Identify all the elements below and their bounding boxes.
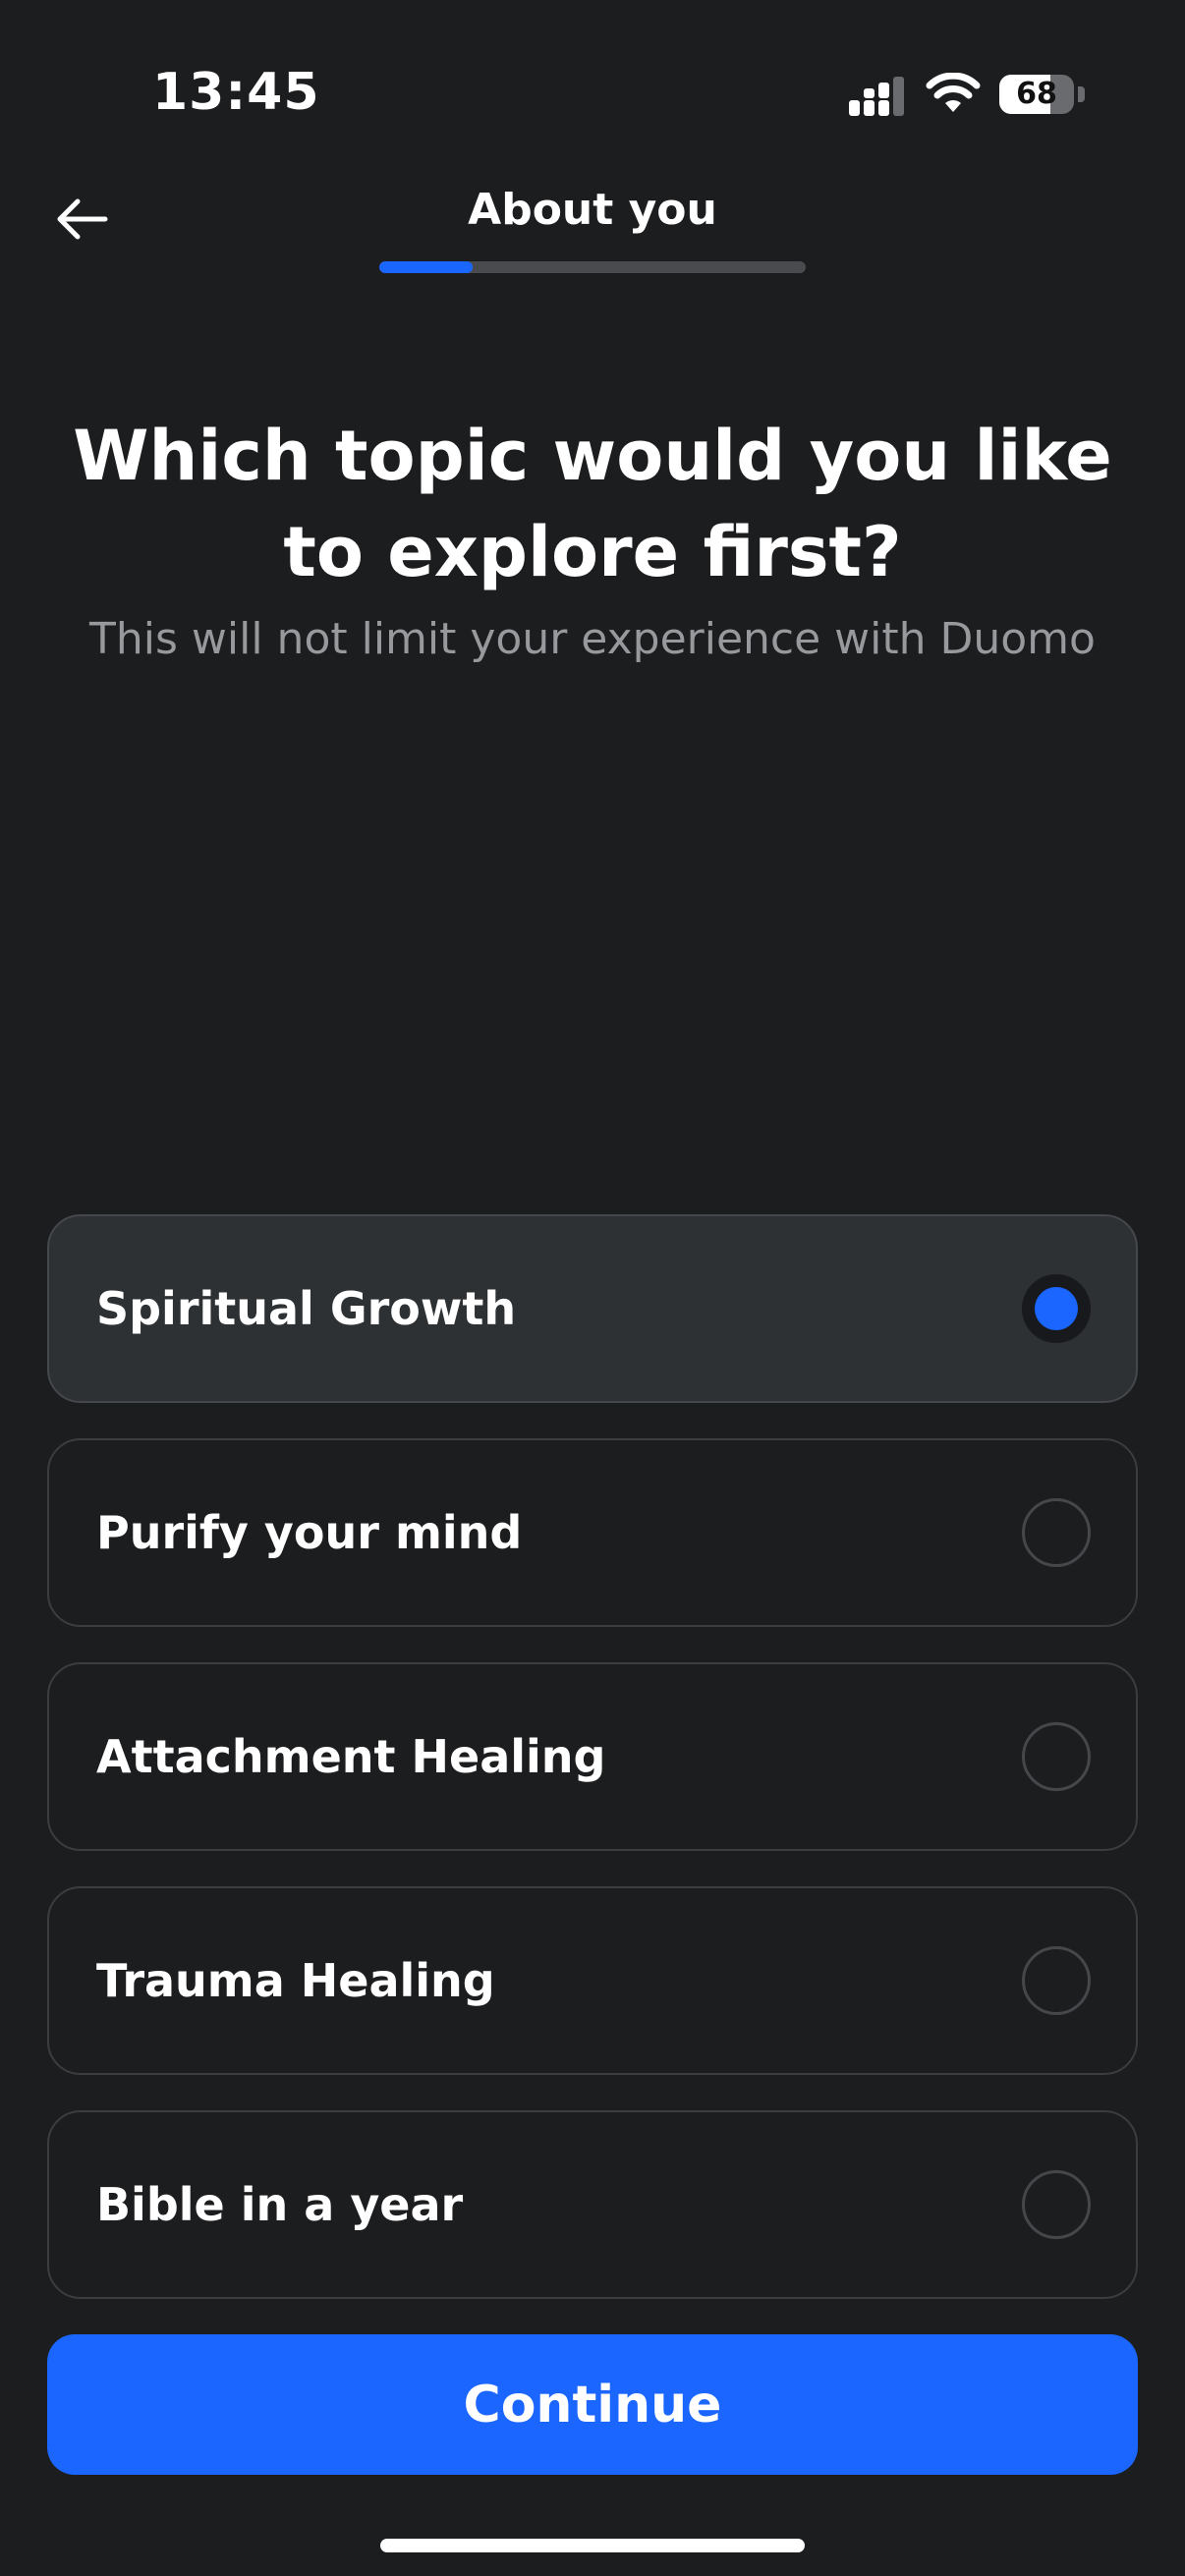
progress-bar-fill (379, 261, 474, 273)
continue-button[interactable]: Continue (47, 2334, 1138, 2475)
question-heading: Which topic would you like to explore fi… (73, 416, 1112, 592)
radio-button[interactable] (1022, 1722, 1091, 1791)
signal-icon (849, 77, 904, 116)
option-label: Purify your mind (96, 1506, 523, 1559)
status-bar: 13:45 68 (0, 0, 1185, 147)
option-label: Attachment Healing (96, 1730, 606, 1783)
option-purify-your-mind[interactable]: Purify your mind (47, 1438, 1138, 1627)
option-bible-in-a-year[interactable]: Bible in a year (47, 2110, 1138, 2299)
option-spiritual-growth[interactable]: Spiritual Growth (47, 1214, 1138, 1403)
status-time: 13:45 (152, 63, 320, 122)
radio-button[interactable] (1022, 1274, 1091, 1343)
wifi-icon (926, 73, 981, 112)
page-title: About you (468, 185, 717, 235)
home-indicator[interactable] (380, 2539, 805, 2552)
radio-button[interactable] (1022, 1946, 1091, 2015)
topic-options: Spiritual Growth Purify your mind Attach… (47, 1214, 1138, 2334)
battery-level: 68 (1016, 77, 1057, 111)
radio-button[interactable] (1022, 2170, 1091, 2239)
battery-icon: 68 (999, 75, 1085, 114)
radio-button[interactable] (1022, 1498, 1091, 1567)
option-attachment-healing[interactable]: Attachment Healing (47, 1662, 1138, 1851)
option-trauma-healing[interactable]: Trauma Healing (47, 1886, 1138, 2075)
option-label: Trauma Healing (96, 1954, 495, 2007)
option-label: Bible in a year (96, 2178, 464, 2231)
option-label: Spiritual Growth (96, 1282, 517, 1335)
progress-bar (379, 261, 806, 273)
question-subtitle: This will not limit your experience with… (89, 614, 1096, 664)
radio-selected-dot (1035, 1287, 1078, 1330)
